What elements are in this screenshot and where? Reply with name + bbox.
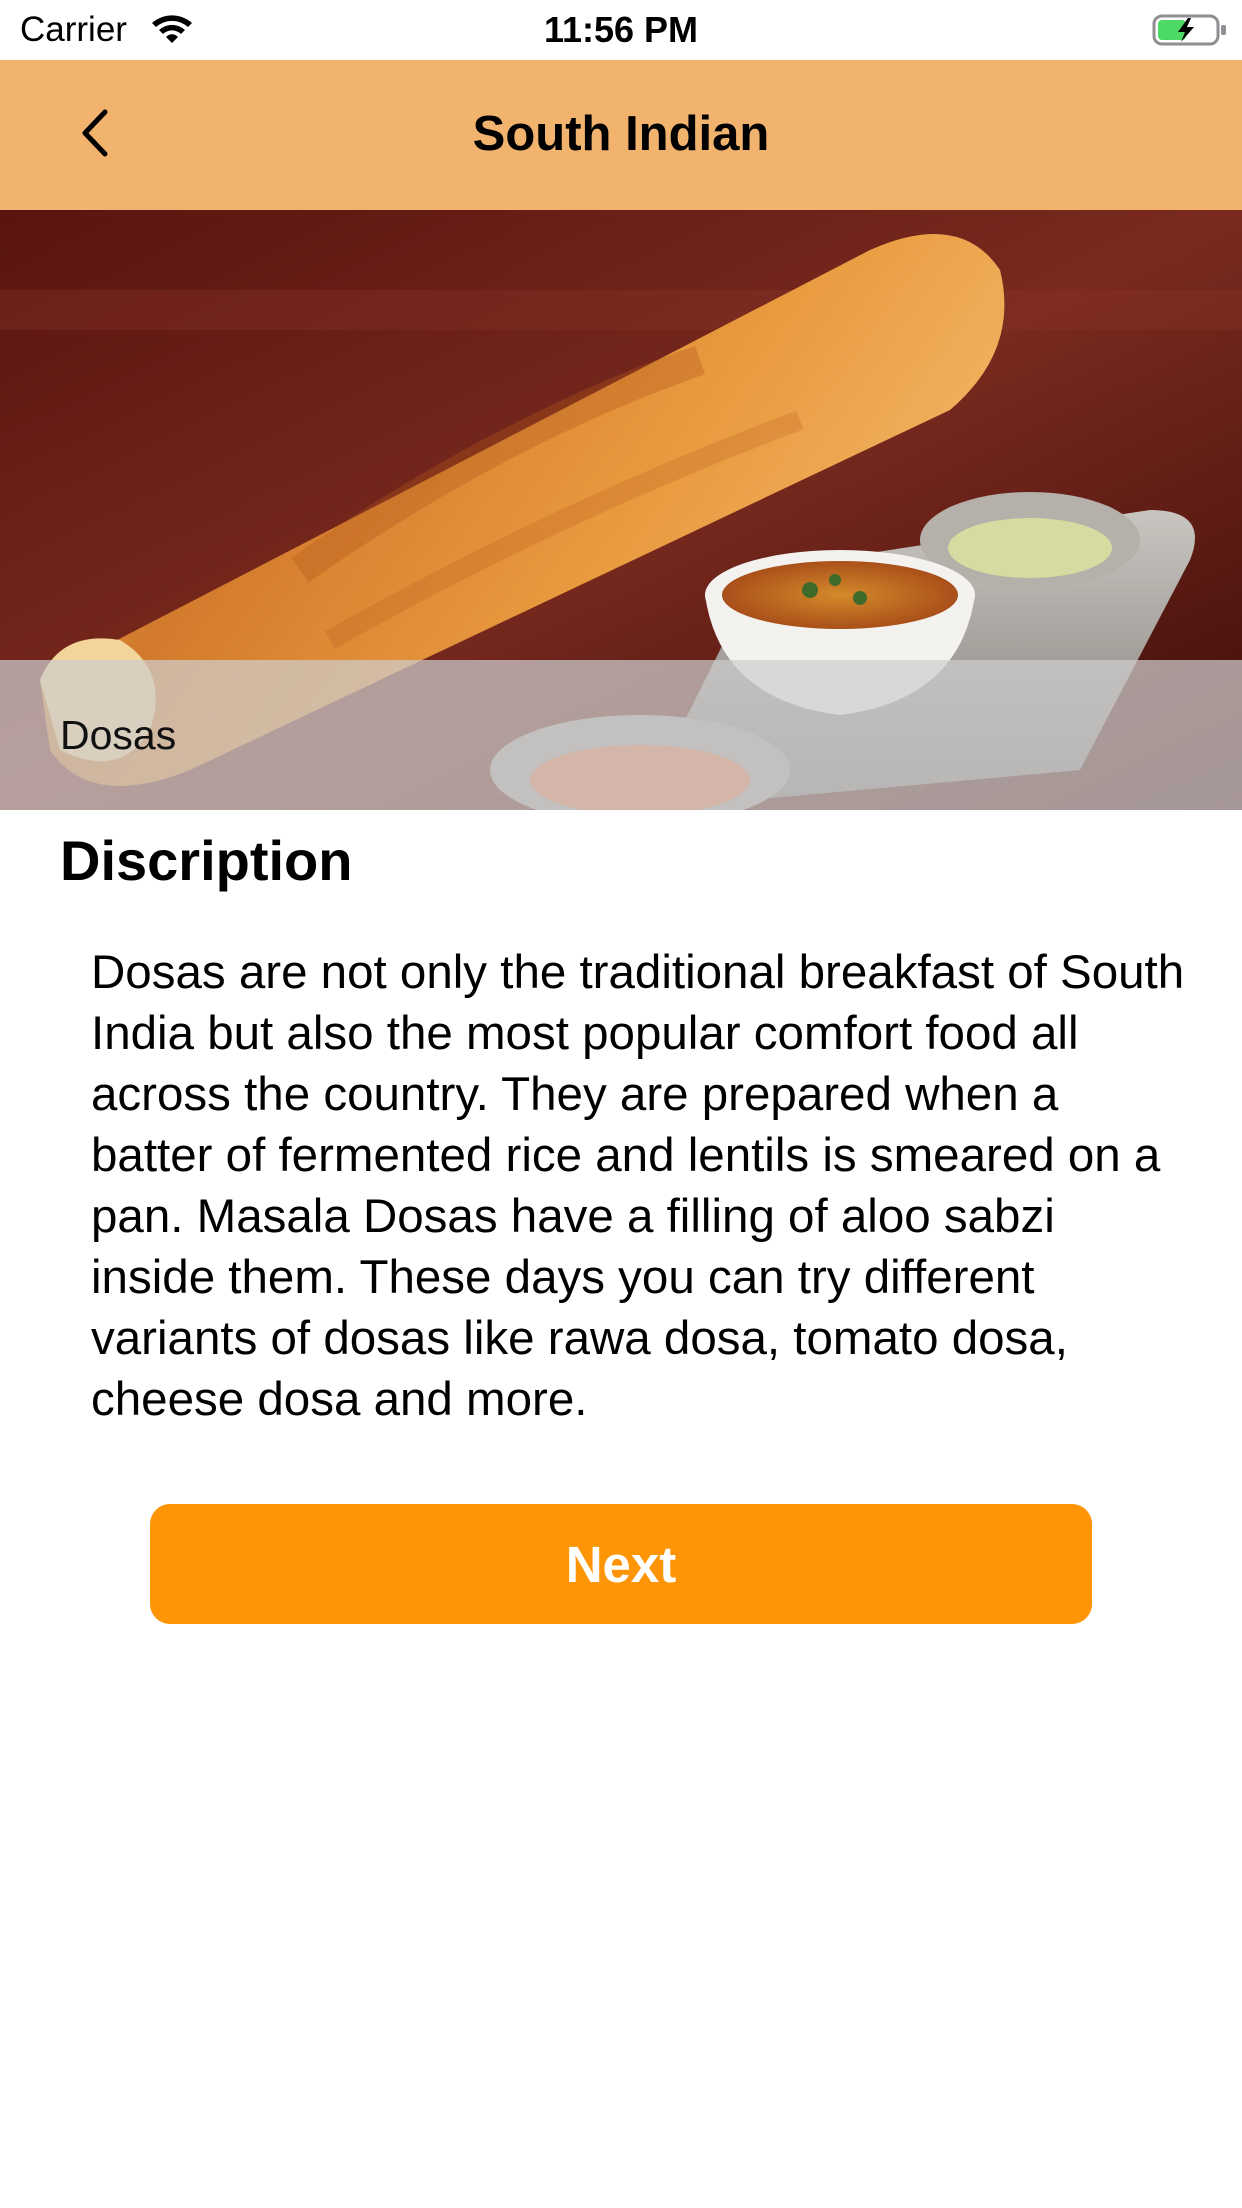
description-text: Dosas are not only the traditional break…	[91, 946, 1185, 1426]
navigation-bar: South Indian	[0, 60, 1242, 210]
battery-charging-icon	[1152, 12, 1228, 48]
hero-caption-overlay: Dosas	[0, 660, 1242, 810]
description-heading: Discription	[60, 829, 353, 892]
page-title: South Indian	[472, 107, 770, 161]
status-time: 11:56 PM	[543, 9, 699, 50]
status-bar: Carrier 11:56 PM	[0, 0, 1242, 60]
hero-image: Dosas	[0, 210, 1242, 810]
dish-name: Dosas	[60, 712, 177, 758]
next-button[interactable]: Next	[150, 1504, 1092, 1624]
